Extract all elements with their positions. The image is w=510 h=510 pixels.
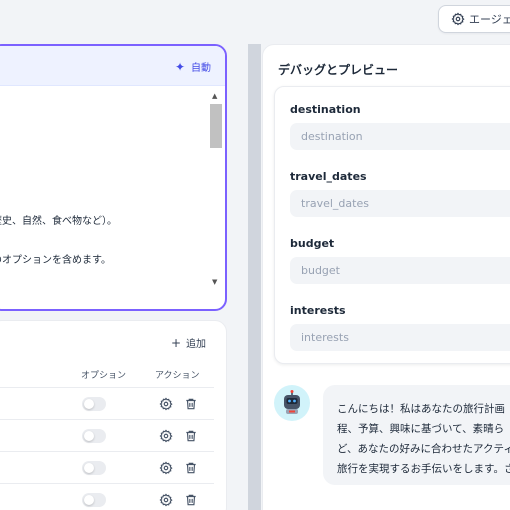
optional-toggle[interactable] bbox=[82, 429, 106, 443]
scroll-down-icon[interactable]: ▼ bbox=[212, 278, 217, 286]
prompt-scrollbar[interactable]: ▲ ▼ bbox=[210, 90, 222, 290]
column-header-action: アクション bbox=[155, 371, 200, 381]
travel-dates-input[interactable] bbox=[290, 190, 510, 217]
field-label-interests: interests bbox=[290, 304, 346, 317]
prompt-editor-panel: ✦ 自動 、 歴史、自然、食べ物など）。 のオプションを含めます。 ▲ ▼ bbox=[0, 44, 227, 311]
optional-toggle[interactable] bbox=[82, 397, 106, 411]
destination-input[interactable] bbox=[290, 123, 510, 150]
prompt-editor-header: ✦ 自動 bbox=[0, 46, 225, 86]
trash-icon[interactable] bbox=[184, 493, 198, 507]
field-label-budget: budget bbox=[290, 237, 335, 250]
interests-input[interactable] bbox=[290, 324, 510, 351]
variable-row bbox=[0, 452, 214, 484]
auto-generate-button[interactable]: ✦ 自動 bbox=[174, 59, 211, 75]
agent-settings-label: エージェン bbox=[469, 13, 510, 26]
field-label-travel-dates: travel_dates bbox=[290, 170, 367, 183]
agent-settings-button[interactable]: エージェン bbox=[438, 5, 510, 33]
debug-panel-title: デバッグとプレビュー bbox=[278, 63, 399, 77]
debug-preview-panel: デバッグとプレビュー destination travel_dates budg… bbox=[262, 44, 510, 510]
prompt-textarea[interactable]: 、 歴史、自然、食べ物など）。 のオプションを含めます。 ▲ ▼ bbox=[0, 86, 225, 309]
gear-icon[interactable] bbox=[159, 493, 173, 507]
variable-row bbox=[0, 388, 214, 420]
optional-toggle[interactable] bbox=[82, 461, 106, 475]
variable-row bbox=[0, 420, 214, 452]
prompt-line: 歴史、自然、食べ物など）。 bbox=[0, 216, 117, 227]
panel-resize-handle[interactable] bbox=[248, 44, 261, 510]
bot-message-bubble: こんにちは！私はあなたの旅行計画 程、予算、興味に基づいて、素晴ら ど、あなたの… bbox=[323, 385, 510, 485]
scroll-thumb[interactable] bbox=[210, 104, 222, 148]
sparkle-icon: ✦ bbox=[174, 59, 185, 74]
trash-icon[interactable] bbox=[184, 429, 198, 443]
budget-input[interactable] bbox=[290, 257, 510, 284]
trash-icon[interactable] bbox=[184, 461, 198, 475]
add-variable-button[interactable]: + 追加 bbox=[171, 335, 206, 350]
robot-icon bbox=[284, 390, 300, 414]
plus-icon: + bbox=[170, 336, 181, 350]
gear-icon[interactable] bbox=[159, 429, 173, 443]
variables-form-card: destination travel_dates budget interest… bbox=[274, 86, 510, 364]
variable-row bbox=[0, 484, 214, 510]
prompt-line: のオプションを含めます。 bbox=[0, 255, 111, 266]
bot-avatar bbox=[274, 385, 310, 421]
auto-generate-label: 自動 bbox=[191, 63, 211, 74]
optional-toggle[interactable] bbox=[82, 493, 106, 507]
message-line: 程、予算、興味に基づいて、素晴ら bbox=[337, 423, 505, 435]
column-header-option: オプション bbox=[81, 371, 127, 381]
message-line: こんにちは！私はあなたの旅行計画 bbox=[337, 403, 505, 415]
message-line: 旅行を実現するお手伝いをします。さ bbox=[337, 463, 510, 475]
add-variable-label: 追加 bbox=[186, 339, 206, 350]
message-line: ど、あなたの好みに合わせたアクティビ bbox=[337, 443, 510, 455]
scroll-up-icon[interactable]: ▲ bbox=[212, 92, 217, 100]
trash-icon[interactable] bbox=[184, 397, 198, 411]
gear-icon[interactable] bbox=[159, 461, 173, 475]
field-label-destination: destination bbox=[290, 103, 361, 116]
prompt-line: 、 bbox=[0, 139, 2, 154]
variables-panel: + 追加 オプション アクション bbox=[0, 320, 227, 510]
gear-icon bbox=[451, 12, 465, 26]
gear-icon[interactable] bbox=[159, 397, 173, 411]
